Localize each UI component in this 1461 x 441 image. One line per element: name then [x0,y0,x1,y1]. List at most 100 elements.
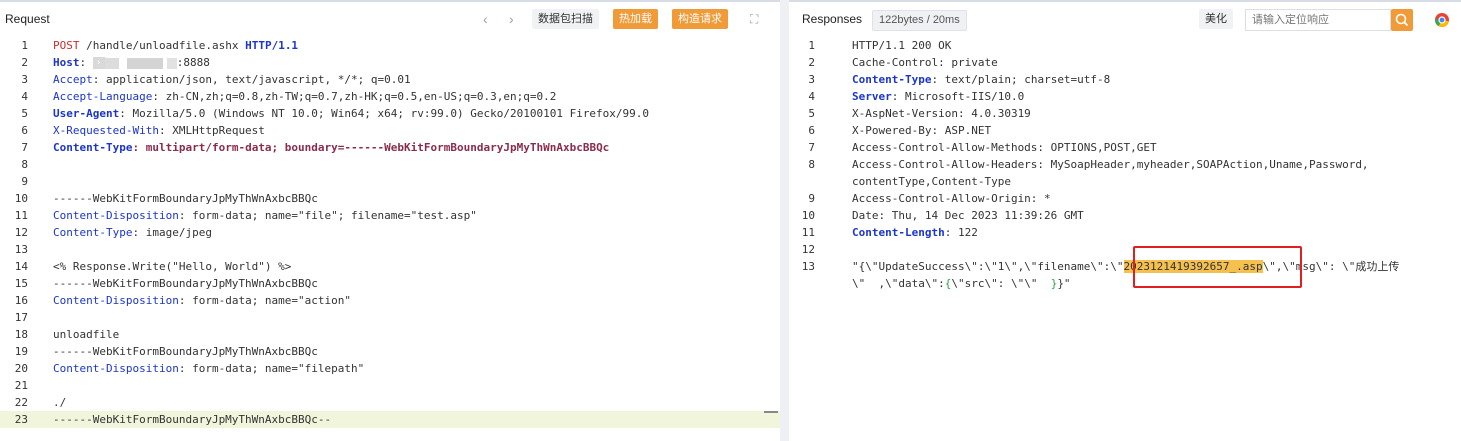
code-line: 9 Access-Control-Allow-Origin: * [789,190,1461,207]
code-token: Content-Type [53,141,133,154]
scrollbar-marker[interactable] [764,411,778,413]
code-token: Access-Control-Allow-Headers: MySoapHead… [852,158,1369,171]
line-number: 13 [801,260,815,273]
browser-icon[interactable] [1434,12,1450,31]
code-line: 4 Accept-Language: zh-CN,zh;q=0.8,zh-TW;q… [0,88,780,105]
code-token: X-AspNet-Version: 4.0.30319 [852,107,1031,120]
line-text: contentType,Content-Type [852,173,1011,190]
line-number: 1 [808,39,815,52]
request-title: Request [5,12,50,26]
line-number: 8 [21,158,28,171]
code-token: Accept [53,73,93,86]
code-line: 16 Content-Disposition: form-data; name="… [0,292,780,309]
build-request-button[interactable]: 构造请求 [672,9,728,29]
line-text: X-Powered-By: ASP.NET [852,122,991,139]
code-token: : Mozilla/5.0 (Windows NT 10.0; Win64; x… [119,107,650,120]
line-text: ------WebKitFormBoundaryJpMyThWnAxbcBBQc [53,343,318,360]
code-line: 23 ------WebKitFormBoundaryJpMyThWnAxbcBB… [0,411,780,428]
line-text: Content-Type: text/plain; charset=utf-8 [852,71,1110,88]
locate-response-input[interactable] [1245,9,1391,31]
line-number: 6 [21,124,28,137]
code-line: 7 Access-Control-Allow-Methods: OPTIONS,P… [789,139,1461,156]
response-viewer[interactable]: 1 HTTP/1.1 200 OK 2 Cache-Control: private 3… [789,37,1461,292]
line-number: 18 [14,328,28,341]
request-pane: Request ‹ › 数据包扫描 热加载 构造请求 ⛶ 1 POST /hand… [0,0,780,441]
expand-tag-icon: › [92,57,105,69]
code-token: Accept-Language [53,90,153,103]
line-number: 9 [808,192,815,205]
line-text: Accept: application/json, text/javascrip… [53,71,411,88]
code-token: X-Requested-With [53,124,159,137]
line-text: Content-Type: multipart/form-data; bound… [53,139,609,156]
code-line: 8 Access-Control-Allow-Headers: MySoapHea… [789,156,1461,173]
line-number: 14 [14,260,28,273]
code-token: Content-Disposition [53,362,179,375]
code-line: 8 [0,156,780,173]
code-token: : text/plain; charset=utf-8 [931,73,1111,86]
code-line: 2 Host: ›:8888 [0,54,780,71]
code-line: 10 Date: Thu, 14 Dec 2023 11:39:26 GMT [789,207,1461,224]
line-number: 15 [14,277,28,290]
code-token: Host [53,56,80,69]
line-number: 11 [14,209,28,222]
code-line: 1 HTTP/1.1 200 OK [789,37,1461,54]
prev-arrow-icon[interactable]: ‹ [483,10,488,28]
code-token: User-Agent [53,107,120,120]
code-line: 3 Accept: application/json, text/javascri… [0,71,780,88]
code-token: : zh-CN,zh;q=0.8,zh-TW;q=0.7,zh-HK;q=0.5… [152,90,557,103]
code-token: POST [53,39,80,52]
request-editor[interactable]: 1 POST /handle/unloadfile.ashx HTTP/1.1 2 H… [0,37,780,428]
line-number: 13 [14,243,28,256]
line-text: unloadfile [53,326,119,343]
search-button[interactable] [1391,9,1413,31]
code-token: ------WebKitFormBoundaryJpMyThWnAxbcBBQc [53,192,318,205]
code-line: 21 [0,377,780,394]
line-text: HTTP/1.1 200 OK [852,37,951,54]
line-number: 23 [14,413,28,426]
code-token: Date: Thu, 14 Dec 2023 11:39:26 GMT [852,209,1084,222]
line-text: Content-Disposition: form-data; name="fi… [53,360,364,377]
line-number: 6 [808,124,815,137]
code-line: 2 Cache-Control: private [789,54,1461,71]
code-token: : [79,56,93,69]
code-line: 7 Content-Type: multipart/form-data; boun… [0,139,780,156]
line-number: 11 [801,226,815,239]
code-token: unloadfile [53,328,120,341]
hot-reload-button[interactable]: 热加载 [613,9,658,29]
line-number: 10 [14,192,28,205]
code-line: 1 POST /handle/unloadfile.ashx HTTP/1.1 [0,37,780,54]
line-number: 12 [14,226,28,239]
code-line: 13 [0,241,780,258]
code-token: : multipart/form-data; boundary=------We… [132,141,610,154]
code-token: "{\"UpdateSuccess\":\"1\",\"filename\":\… [852,260,1124,273]
code-line: 12 Content-Type: image/jpeg [0,224,780,241]
code-token: contentType,Content-Type [852,175,1011,188]
line-text: Server: Microsoft-IIS/10.0 [852,88,1024,105]
expand-icon[interactable]: ⛶ [750,10,758,28]
code-line: 10 ------WebKitFormBoundaryJpMyThWnAxbcBB… [0,190,780,207]
line-number: 16 [14,294,28,307]
code-token: :8888 [176,56,210,69]
line-number: 21 [14,379,28,392]
code-line: 11 Content-Disposition: form-data; name="… [0,207,780,224]
line-number: 12 [801,243,815,256]
code-token: ------WebKitFormBoundaryJpMyThWnAxbcBBQc [53,345,318,358]
code-line: 6 X-Powered-By: ASP.NET [789,122,1461,139]
code-line: 5 User-Agent: Mozilla/5.0 (Windows NT 10.… [0,105,780,122]
code-token: /handle/unloadfile.ashx [79,39,246,52]
code-token: Server [852,90,892,103]
next-arrow-icon[interactable]: › [509,10,514,28]
line-text: Date: Thu, 14 Dec 2023 11:39:26 GMT [852,207,1084,224]
code-token: \" ,\"data\": [852,277,945,290]
pane-divider[interactable] [780,0,789,441]
code-token: : form-data; name="action" [178,294,352,307]
code-token: : XMLHttpRequest [158,124,265,137]
line-number: 1 [21,39,28,52]
line-text: Access-Control-Allow-Headers: MySoapHead… [852,156,1369,173]
packet-scan-button[interactable]: 数据包扫描 [532,9,599,29]
line-number: 7 [21,141,28,154]
code-line: 17 [0,309,780,326]
code-line: 18 unloadfile [0,326,780,343]
code-token: HTTP/1.1 [245,39,299,52]
beautify-button[interactable]: 美化 [1199,9,1233,29]
